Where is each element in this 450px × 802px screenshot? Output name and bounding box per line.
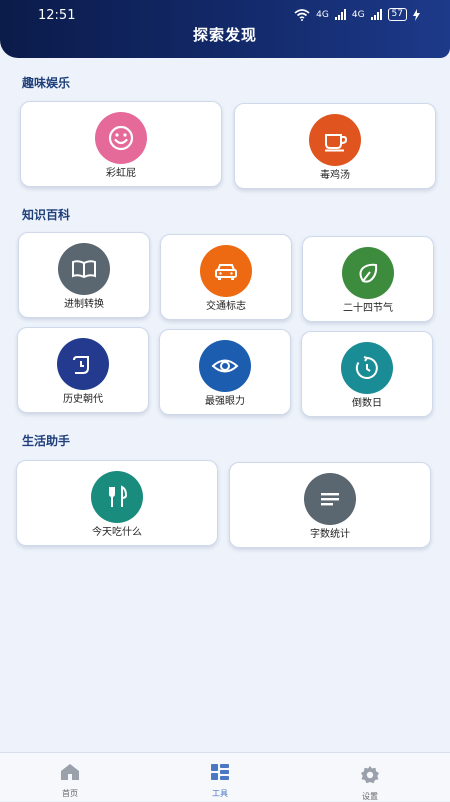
eye-icon bbox=[211, 359, 239, 373]
tool-card-base-conversion[interactable]: 进制转换 bbox=[18, 232, 150, 318]
tool-card-rainbow-compliment[interactable]: 彩虹屁 bbox=[20, 101, 222, 187]
text-lines-icon bbox=[321, 493, 339, 506]
signal-icon bbox=[334, 9, 346, 20]
nav-item-settings[interactable]: 设置 bbox=[340, 753, 400, 801]
network-type-1: 4G bbox=[316, 9, 329, 20]
section-title-knowledge: 知识百科 bbox=[22, 208, 71, 222]
section-title-life: 生活助手 bbox=[22, 434, 71, 448]
home-icon bbox=[61, 764, 79, 780]
car-icon bbox=[215, 264, 237, 280]
icon-badge bbox=[199, 340, 251, 392]
icon-badge bbox=[309, 114, 361, 166]
tool-label: 彩虹屁 bbox=[106, 168, 136, 179]
tool-label: 字数统计 bbox=[310, 529, 350, 540]
icon-badge bbox=[304, 473, 356, 525]
icon-badge bbox=[58, 243, 110, 295]
tool-card-solar-terms[interactable]: 二十四节气 bbox=[302, 236, 434, 322]
tools-grid-icon bbox=[211, 764, 229, 780]
tool-label: 今天吃什么 bbox=[92, 527, 142, 538]
gear-icon bbox=[361, 766, 379, 784]
wifi-icon bbox=[294, 8, 310, 21]
tool-card-countdown-days[interactable]: 倒数日 bbox=[301, 331, 433, 417]
status-time: 12:51 bbox=[38, 8, 76, 23]
network-type-2: 4G bbox=[351, 9, 365, 20]
fork-knife-icon bbox=[109, 485, 128, 507]
page-title: 探索发现 bbox=[192, 26, 257, 44]
tool-label: 倒数日 bbox=[352, 398, 382, 409]
bottom-nav: 首页 工具 设置 bbox=[0, 752, 450, 801]
status-icons: 4G 4G 57 bbox=[294, 8, 420, 21]
tool-label: 毒鸡汤 bbox=[320, 170, 350, 181]
tool-label: 历史朝代 bbox=[63, 394, 103, 405]
nav-item-tools[interactable]: 工具 bbox=[190, 753, 250, 801]
coffee-cup-icon bbox=[325, 134, 348, 152]
nav-label: 设置 bbox=[362, 792, 378, 801]
book-icon bbox=[72, 260, 96, 279]
tool-card-what-to-eat[interactable]: 今天吃什么 bbox=[16, 460, 218, 546]
nav-label: 工具 bbox=[212, 789, 228, 798]
app-header: 12:51 4G 4G 57 探索发现 bbox=[0, 0, 450, 58]
tool-label: 最强眼力 bbox=[205, 396, 245, 407]
icon-badge bbox=[342, 247, 394, 299]
history-scroll-icon bbox=[73, 356, 89, 374]
icon-badge bbox=[91, 471, 143, 523]
icon-badge bbox=[57, 338, 109, 390]
tool-label: 二十四节气 bbox=[343, 303, 393, 314]
tool-label: 进制转换 bbox=[64, 299, 104, 310]
nav-item-home[interactable]: 首页 bbox=[40, 753, 100, 801]
charging-bolt-icon bbox=[413, 8, 420, 21]
icon-badge bbox=[341, 342, 393, 394]
battery-level: 57 bbox=[387, 8, 407, 21]
tool-card-word-count[interactable]: 字数统计 bbox=[229, 462, 431, 548]
tool-label: 交通标志 bbox=[206, 301, 246, 312]
tool-card-traffic-signs[interactable]: 交通标志 bbox=[160, 234, 292, 320]
countdown-timer-icon bbox=[355, 356, 378, 379]
tool-card-poison-soup[interactable]: 毒鸡汤 bbox=[234, 103, 436, 189]
smile-face-icon bbox=[108, 125, 134, 151]
tool-card-history-dynasties[interactable]: 历史朝代 bbox=[17, 327, 149, 413]
leaf-drop-icon bbox=[359, 263, 378, 283]
icon-badge bbox=[95, 112, 147, 164]
signal-icon bbox=[370, 9, 382, 20]
tool-card-eyesight[interactable]: 最强眼力 bbox=[159, 329, 291, 415]
nav-label: 首页 bbox=[62, 789, 78, 798]
icon-badge bbox=[200, 245, 252, 297]
section-title-fun: 趣味娱乐 bbox=[22, 76, 71, 90]
